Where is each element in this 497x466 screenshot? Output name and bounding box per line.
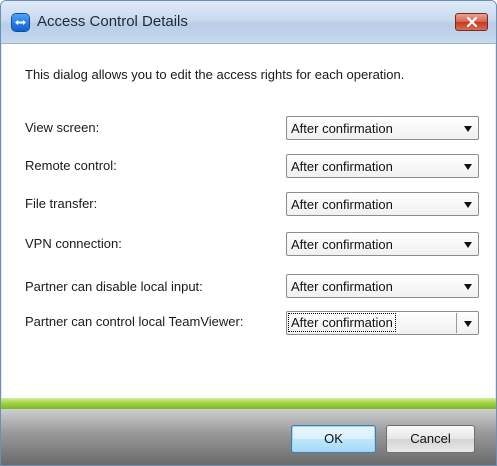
control-local-teamviewer-select[interactable]: After confirmation	[286, 311, 479, 335]
chevron-down-icon	[464, 202, 472, 208]
accent-divider	[1, 398, 496, 409]
view-screen-value: After confirmation	[291, 121, 393, 136]
chevron-down-icon	[464, 321, 472, 327]
remote-control-label: Remote control:	[25, 158, 117, 173]
file-transfer-select[interactable]: After confirmation	[286, 192, 479, 216]
disable-local-input-select[interactable]: After confirmation	[286, 274, 479, 298]
disable-local-input-value: After confirmation	[291, 279, 393, 294]
close-button[interactable]	[455, 13, 488, 31]
vpn-connection-value: After confirmation	[291, 237, 393, 252]
file-transfer-value: After confirmation	[291, 197, 393, 212]
button-footer: OK Cancel	[1, 409, 496, 465]
file-transfer-label: File transfer:	[25, 196, 98, 211]
chevron-down-icon	[464, 126, 472, 132]
control-local-teamviewer-value: After confirmation	[288, 313, 396, 332]
intro-text: This dialog allows you to edit the acces…	[25, 67, 405, 82]
window-title: Access Control Details	[37, 13, 188, 30]
teamviewer-icon	[12, 14, 29, 31]
vpn-connection-label: VPN connection:	[25, 236, 122, 251]
chevron-down-icon	[464, 242, 472, 248]
view-screen-label: View screen:	[25, 120, 100, 135]
view-screen-select[interactable]: After confirmation	[286, 116, 479, 140]
access-control-dialog: Access Control Details This dialog allow…	[0, 0, 497, 466]
chevron-down-icon	[464, 164, 472, 170]
cancel-button[interactable]: Cancel	[386, 425, 475, 453]
remote-control-value: After confirmation	[291, 159, 393, 174]
vpn-connection-select[interactable]: After confirmation	[286, 232, 479, 256]
control-local-teamviewer-label: Partner can control local TeamViewer:	[25, 314, 244, 329]
ok-button[interactable]: OK	[291, 425, 376, 453]
chevron-down-icon	[464, 284, 472, 290]
disable-local-input-label: Partner can disable local input:	[25, 279, 203, 294]
title-bar[interactable]: Access Control Details	[1, 1, 496, 44]
close-icon	[467, 17, 477, 27]
remote-control-select[interactable]: After confirmation	[286, 154, 479, 178]
